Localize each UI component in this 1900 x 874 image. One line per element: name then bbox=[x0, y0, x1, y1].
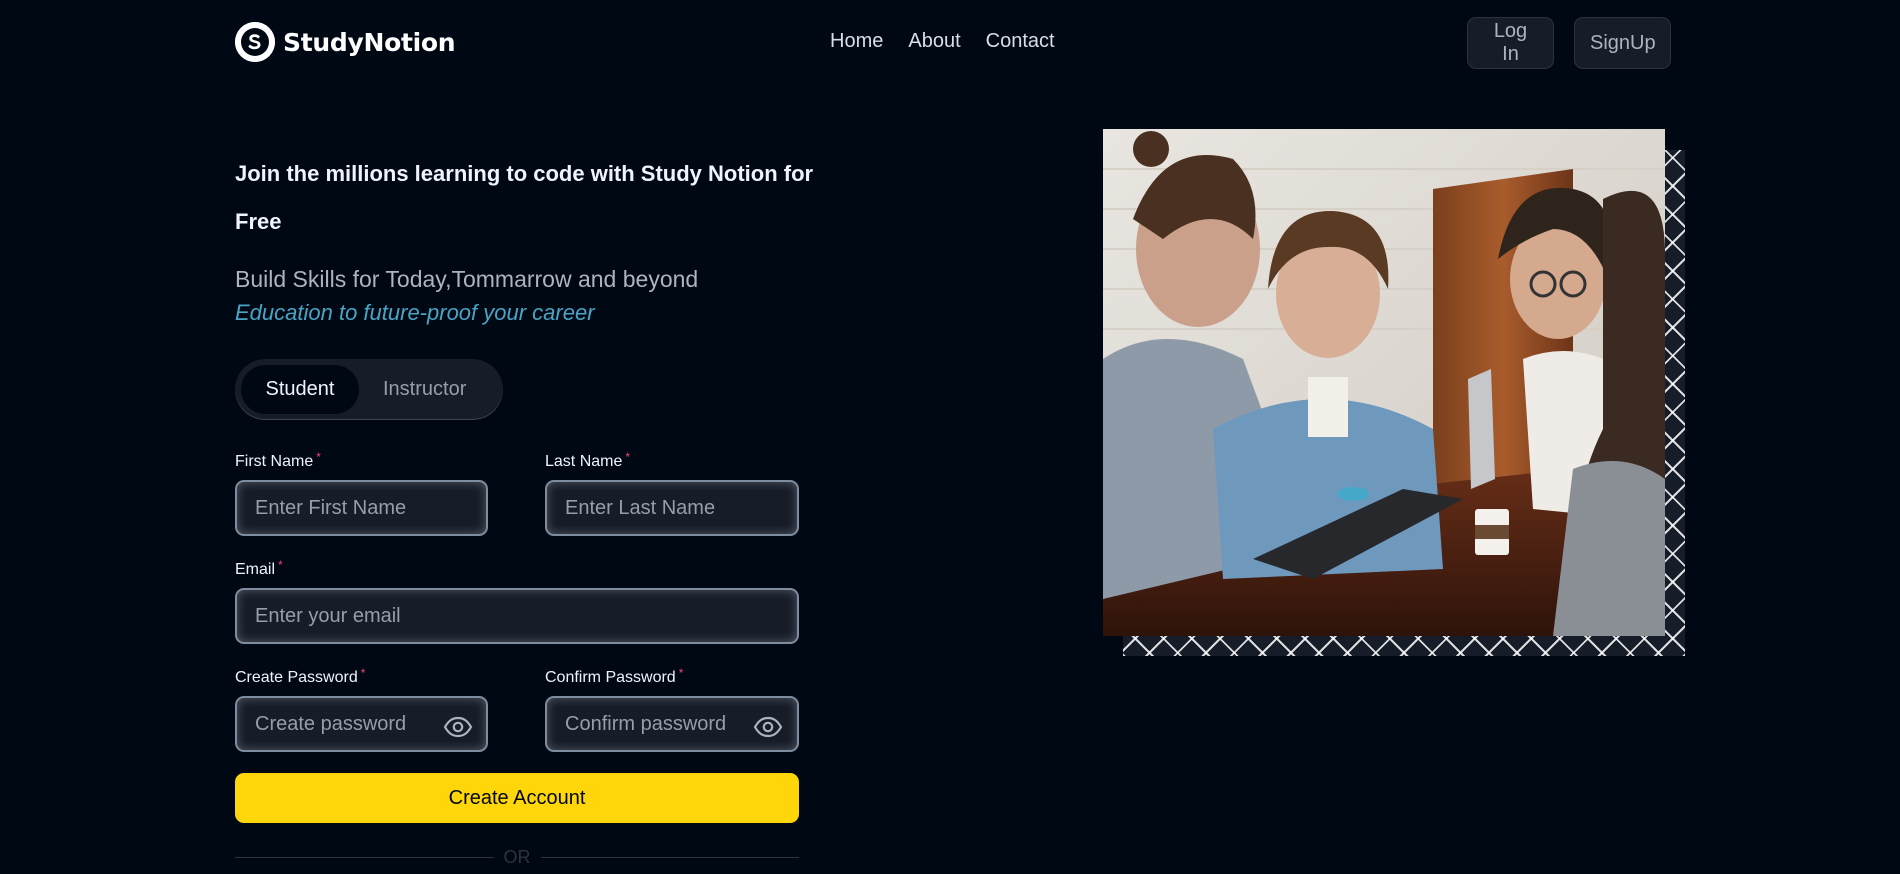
logo-icon bbox=[235, 22, 275, 62]
required-marker: * bbox=[360, 666, 366, 680]
confirm-password-label: Confirm Password * bbox=[545, 666, 684, 687]
required-marker: * bbox=[625, 450, 631, 464]
signup-button[interactable]: SignUp bbox=[1574, 17, 1671, 69]
tab-student[interactable]: Student bbox=[241, 365, 359, 414]
create-password-label-text: Create Password bbox=[235, 669, 358, 686]
confirm-password-label-text: Confirm Password bbox=[545, 669, 676, 686]
nav-contact-link[interactable]: Contact bbox=[986, 30, 1055, 53]
navbar: StudyNotion Home About Contact Log In Si… bbox=[0, 0, 1900, 88]
role-toggle: Student Instructor bbox=[235, 359, 503, 420]
required-marker: * bbox=[316, 450, 321, 464]
tab-instructor[interactable]: Instructor bbox=[359, 365, 490, 414]
create-account-button[interactable]: Create Account bbox=[235, 773, 799, 823]
login-button[interactable]: Log In bbox=[1467, 17, 1554, 69]
divider-line bbox=[235, 856, 494, 858]
or-divider: OR bbox=[235, 845, 799, 869]
first-name-input[interactable] bbox=[235, 480, 488, 536]
email-input[interactable] bbox=[235, 588, 799, 644]
brand-name: StudyNotion bbox=[283, 27, 456, 57]
or-text: OR bbox=[503, 846, 531, 867]
email-label: Email * bbox=[235, 558, 283, 579]
divider-line bbox=[540, 856, 799, 858]
nav-links: Home About Contact bbox=[830, 30, 1055, 53]
first-name-label-text: First Name bbox=[235, 453, 314, 470]
first-name-label: First Name * bbox=[235, 450, 321, 471]
required-marker: * bbox=[278, 558, 283, 572]
hero-tagline: Education to future-proof your career bbox=[235, 300, 595, 325]
create-password-label: Create Password * bbox=[235, 666, 366, 687]
nav-home-link[interactable]: Home bbox=[830, 30, 883, 53]
nav-about-link[interactable]: About bbox=[908, 30, 960, 53]
hero-subtitle: Build Skills for Today,Tommarrow and bey… bbox=[235, 266, 699, 292]
eye-icon[interactable] bbox=[443, 715, 473, 739]
last-name-input[interactable] bbox=[545, 480, 799, 536]
required-marker: * bbox=[678, 666, 684, 680]
eye-icon[interactable] bbox=[753, 715, 783, 739]
last-name-label-text: Last Name bbox=[545, 453, 623, 470]
brand-logo[interactable]: StudyNotion bbox=[235, 22, 456, 62]
last-name-label: Last Name * bbox=[545, 450, 631, 471]
email-label-text: Email bbox=[235, 561, 276, 578]
students-photo bbox=[1103, 129, 1665, 636]
page-heading: Join the millions learning to code with … bbox=[235, 161, 814, 234]
